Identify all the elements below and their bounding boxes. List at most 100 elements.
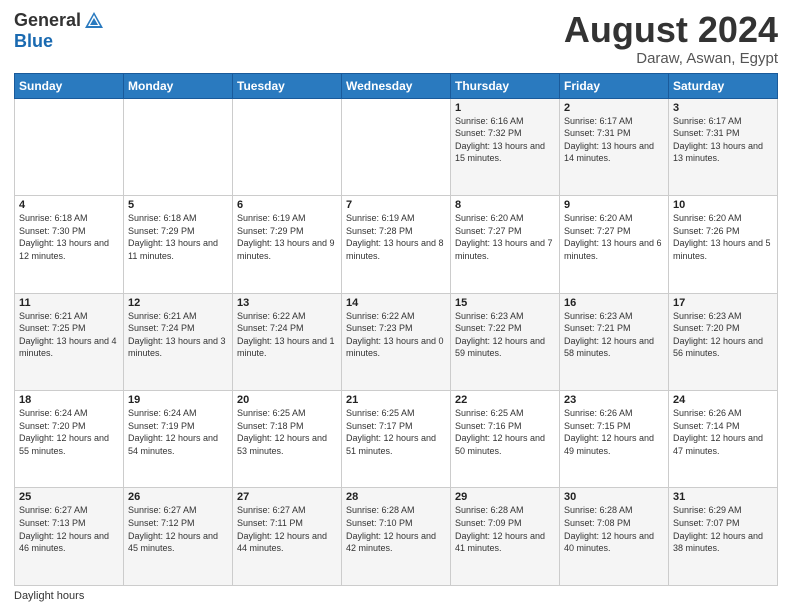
day-of-week-header: Friday: [560, 73, 669, 98]
calendar-cell: 13Sunrise: 6:22 AMSunset: 7:24 PMDayligh…: [233, 293, 342, 390]
calendar-week-row: 11Sunrise: 6:21 AMSunset: 7:25 PMDayligh…: [15, 293, 778, 390]
day-info: Sunrise: 6:25 AMSunset: 7:17 PMDaylight:…: [346, 407, 446, 457]
calendar-cell: 27Sunrise: 6:27 AMSunset: 7:11 PMDayligh…: [233, 488, 342, 586]
calendar-header-row: SundayMondayTuesdayWednesdayThursdayFrid…: [15, 73, 778, 98]
header: General Blue August 2024 Daraw, Aswan, E…: [14, 10, 778, 67]
day-info: Sunrise: 6:25 AMSunset: 7:16 PMDaylight:…: [455, 407, 555, 457]
logo-blue-text: Blue: [14, 31, 53, 51]
day-number: 29: [455, 491, 555, 503]
day-number: 31: [673, 491, 773, 503]
calendar-cell: 9Sunrise: 6:20 AMSunset: 7:27 PMDaylight…: [560, 196, 669, 293]
calendar-week-row: 18Sunrise: 6:24 AMSunset: 7:20 PMDayligh…: [15, 391, 778, 488]
day-number: 16: [564, 297, 664, 309]
day-info: Sunrise: 6:28 AMSunset: 7:09 PMDaylight:…: [455, 504, 555, 554]
calendar-cell: 14Sunrise: 6:22 AMSunset: 7:23 PMDayligh…: [342, 293, 451, 390]
day-number: 15: [455, 297, 555, 309]
calendar-cell: 8Sunrise: 6:20 AMSunset: 7:27 PMDaylight…: [451, 196, 560, 293]
day-number: 27: [237, 491, 337, 503]
calendar-cell: [124, 98, 233, 195]
calendar-cell: 10Sunrise: 6:20 AMSunset: 7:26 PMDayligh…: [669, 196, 778, 293]
day-number: 2: [564, 102, 664, 114]
calendar-cell: 2Sunrise: 6:17 AMSunset: 7:31 PMDaylight…: [560, 98, 669, 195]
calendar-cell: 23Sunrise: 6:26 AMSunset: 7:15 PMDayligh…: [560, 391, 669, 488]
calendar-week-row: 25Sunrise: 6:27 AMSunset: 7:13 PMDayligh…: [15, 488, 778, 586]
day-number: 23: [564, 394, 664, 406]
day-number: 11: [19, 297, 119, 309]
logo-icon: [83, 10, 105, 32]
day-info: Sunrise: 6:17 AMSunset: 7:31 PMDaylight:…: [673, 115, 773, 165]
footer-note: Daylight hours: [14, 590, 778, 602]
calendar-cell: 17Sunrise: 6:23 AMSunset: 7:20 PMDayligh…: [669, 293, 778, 390]
calendar-cell: 28Sunrise: 6:28 AMSunset: 7:10 PMDayligh…: [342, 488, 451, 586]
day-info: Sunrise: 6:24 AMSunset: 7:19 PMDaylight:…: [128, 407, 228, 457]
day-number: 26: [128, 491, 228, 503]
day-number: 1: [455, 102, 555, 114]
calendar-cell: 19Sunrise: 6:24 AMSunset: 7:19 PMDayligh…: [124, 391, 233, 488]
calendar-cell: 3Sunrise: 6:17 AMSunset: 7:31 PMDaylight…: [669, 98, 778, 195]
day-number: 21: [346, 394, 446, 406]
day-number: 19: [128, 394, 228, 406]
day-info: Sunrise: 6:27 AMSunset: 7:13 PMDaylight:…: [19, 504, 119, 554]
logo-general-text: General: [14, 11, 81, 31]
day-of-week-header: Sunday: [15, 73, 124, 98]
calendar-cell: 25Sunrise: 6:27 AMSunset: 7:13 PMDayligh…: [15, 488, 124, 586]
calendar-cell: 24Sunrise: 6:26 AMSunset: 7:14 PMDayligh…: [669, 391, 778, 488]
calendar-cell: 29Sunrise: 6:28 AMSunset: 7:09 PMDayligh…: [451, 488, 560, 586]
day-of-week-header: Wednesday: [342, 73, 451, 98]
calendar: SundayMondayTuesdayWednesdayThursdayFrid…: [14, 73, 778, 586]
day-number: 30: [564, 491, 664, 503]
day-info: Sunrise: 6:20 AMSunset: 7:27 PMDaylight:…: [455, 212, 555, 262]
day-number: 10: [673, 199, 773, 211]
day-number: 6: [237, 199, 337, 211]
day-number: 14: [346, 297, 446, 309]
day-info: Sunrise: 6:19 AMSunset: 7:28 PMDaylight:…: [346, 212, 446, 262]
day-info: Sunrise: 6:17 AMSunset: 7:31 PMDaylight:…: [564, 115, 664, 165]
day-number: 22: [455, 394, 555, 406]
location: Daraw, Aswan, Egypt: [564, 50, 778, 67]
day-info: Sunrise: 6:19 AMSunset: 7:29 PMDaylight:…: [237, 212, 337, 262]
page: General Blue August 2024 Daraw, Aswan, E…: [0, 0, 792, 612]
calendar-cell: 22Sunrise: 6:25 AMSunset: 7:16 PMDayligh…: [451, 391, 560, 488]
calendar-cell: 5Sunrise: 6:18 AMSunset: 7:29 PMDaylight…: [124, 196, 233, 293]
day-number: 9: [564, 199, 664, 211]
calendar-cell: [233, 98, 342, 195]
day-info: Sunrise: 6:29 AMSunset: 7:07 PMDaylight:…: [673, 504, 773, 554]
day-info: Sunrise: 6:18 AMSunset: 7:30 PMDaylight:…: [19, 212, 119, 262]
day-of-week-header: Saturday: [669, 73, 778, 98]
calendar-cell: 21Sunrise: 6:25 AMSunset: 7:17 PMDayligh…: [342, 391, 451, 488]
day-info: Sunrise: 6:22 AMSunset: 7:24 PMDaylight:…: [237, 310, 337, 360]
calendar-cell: 20Sunrise: 6:25 AMSunset: 7:18 PMDayligh…: [233, 391, 342, 488]
day-info: Sunrise: 6:28 AMSunset: 7:10 PMDaylight:…: [346, 504, 446, 554]
day-info: Sunrise: 6:20 AMSunset: 7:26 PMDaylight:…: [673, 212, 773, 262]
title-block: August 2024 Daraw, Aswan, Egypt: [564, 10, 778, 67]
calendar-week-row: 4Sunrise: 6:18 AMSunset: 7:30 PMDaylight…: [15, 196, 778, 293]
day-number: 4: [19, 199, 119, 211]
day-number: 17: [673, 297, 773, 309]
calendar-cell: 15Sunrise: 6:23 AMSunset: 7:22 PMDayligh…: [451, 293, 560, 390]
day-number: 12: [128, 297, 228, 309]
day-info: Sunrise: 6:23 AMSunset: 7:20 PMDaylight:…: [673, 310, 773, 360]
day-info: Sunrise: 6:21 AMSunset: 7:25 PMDaylight:…: [19, 310, 119, 360]
day-number: 20: [237, 394, 337, 406]
day-number: 28: [346, 491, 446, 503]
day-info: Sunrise: 6:28 AMSunset: 7:08 PMDaylight:…: [564, 504, 664, 554]
day-info: Sunrise: 6:23 AMSunset: 7:22 PMDaylight:…: [455, 310, 555, 360]
logo: General Blue: [14, 10, 105, 52]
day-number: 3: [673, 102, 773, 114]
day-number: 25: [19, 491, 119, 503]
calendar-cell: 31Sunrise: 6:29 AMSunset: 7:07 PMDayligh…: [669, 488, 778, 586]
day-number: 13: [237, 297, 337, 309]
calendar-cell: [15, 98, 124, 195]
day-number: 5: [128, 199, 228, 211]
calendar-cell: 12Sunrise: 6:21 AMSunset: 7:24 PMDayligh…: [124, 293, 233, 390]
day-number: 18: [19, 394, 119, 406]
calendar-cell: [342, 98, 451, 195]
calendar-cell: 26Sunrise: 6:27 AMSunset: 7:12 PMDayligh…: [124, 488, 233, 586]
day-of-week-header: Monday: [124, 73, 233, 98]
day-info: Sunrise: 6:27 AMSunset: 7:11 PMDaylight:…: [237, 504, 337, 554]
day-info: Sunrise: 6:20 AMSunset: 7:27 PMDaylight:…: [564, 212, 664, 262]
month-title: August 2024: [564, 10, 778, 50]
day-info: Sunrise: 6:18 AMSunset: 7:29 PMDaylight:…: [128, 212, 228, 262]
day-of-week-header: Tuesday: [233, 73, 342, 98]
day-number: 24: [673, 394, 773, 406]
